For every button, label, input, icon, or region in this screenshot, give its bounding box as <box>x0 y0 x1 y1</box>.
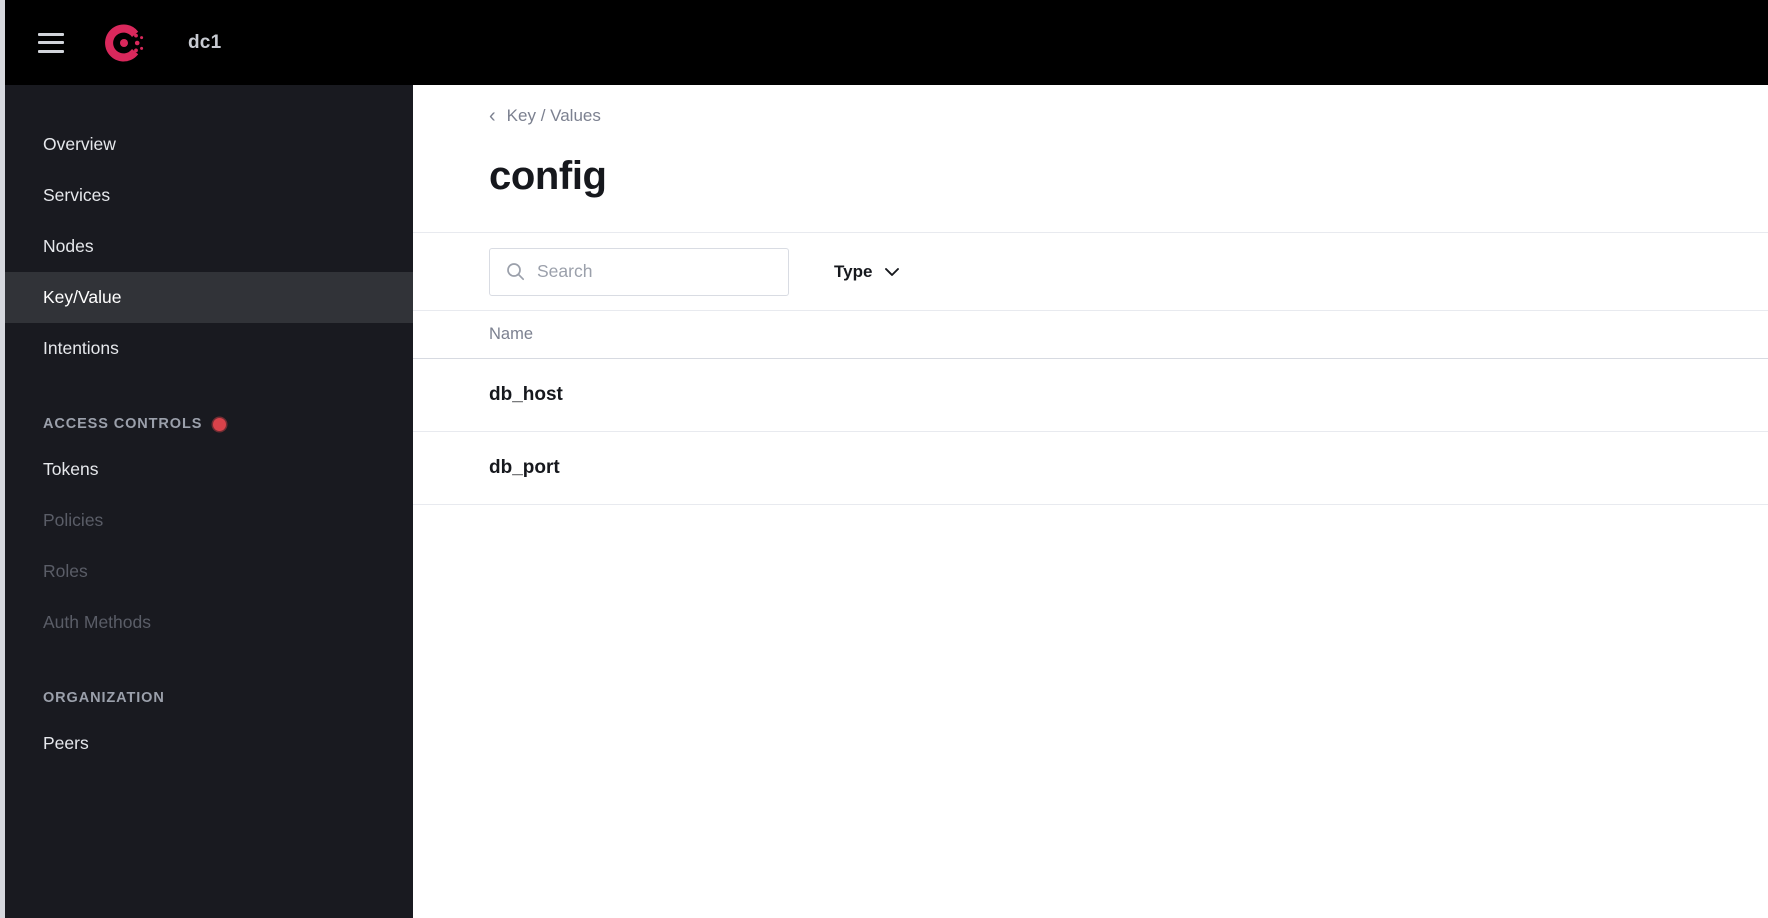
chevron-down-icon <box>885 267 900 276</box>
sidebar-item-label: Policies <box>43 510 104 530</box>
sidebar-item-key-value[interactable]: Key/Value <box>5 272 413 323</box>
sidebar-section-access-controls: ACCESS CONTROLS <box>5 404 413 444</box>
hamburger-line <box>38 32 64 36</box>
page-title: config <box>489 154 607 198</box>
sidebar-navigation: Overview Services Nodes Key/Value Intent… <box>5 85 413 918</box>
sidebar-item-label: Peers <box>43 733 89 753</box>
sidebar-item-policies: Policies <box>5 495 413 546</box>
kv-table: Name db_host db_port <box>413 310 1768 505</box>
hamburger-line <box>38 49 64 53</box>
sidebar-item-intentions[interactable]: Intentions <box>5 323 413 374</box>
column-header-name: Name <box>489 325 534 343</box>
sidebar-item-label: Overview <box>43 134 116 154</box>
hamburger-menu-icon[interactable] <box>38 32 64 53</box>
sidebar-item-auth-methods: Auth Methods <box>5 597 413 648</box>
table-row[interactable]: db_port <box>413 432 1768 505</box>
breadcrumb[interactable]: ‹ Key / Values <box>489 106 601 126</box>
top-navigation-bar: dc1 <box>5 0 1768 85</box>
search-icon <box>507 263 525 281</box>
sidebar-item-nodes[interactable]: Nodes <box>5 221 413 272</box>
hamburger-line <box>38 41 64 44</box>
search-input[interactable]: Search <box>489 247 789 296</box>
type-filter-label: Type <box>834 261 873 281</box>
sidebar-item-peers[interactable]: Peers <box>5 718 413 769</box>
table-header-row: Name <box>413 310 1768 359</box>
table-row[interactable]: db_host <box>413 359 1768 432</box>
consul-ui-window: dc1 Overview Services Nodes Key/Value In… <box>0 0 1768 918</box>
sidebar-item-services[interactable]: Services <box>5 170 413 221</box>
kv-key-name: db_port <box>489 457 560 478</box>
back-chevron-icon: ‹ <box>489 105 496 127</box>
sidebar-section-label: ORGANIZATION <box>43 690 165 706</box>
main-content: ‹ Key / Values config Search Type Name d… <box>413 85 1768 918</box>
sidebar-item-label: Services <box>43 185 111 205</box>
sidebar-item-label: Roles <box>43 561 88 581</box>
sidebar-item-tokens[interactable]: Tokens <box>5 444 413 495</box>
breadcrumb-label: Key / Values <box>506 106 601 125</box>
sidebar-section-organization: ORGANIZATION <box>5 678 413 718</box>
sidebar-item-overview[interactable]: Overview <box>5 119 413 170</box>
sidebar-item-label: Key/Value <box>43 287 122 307</box>
sidebar-item-label: Tokens <box>43 459 99 479</box>
consul-logo-icon[interactable] <box>101 20 147 66</box>
datacenter-name[interactable]: dc1 <box>188 32 221 54</box>
list-toolbar: Search Type <box>413 232 1768 310</box>
status-dot-icon <box>213 417 227 431</box>
type-filter-dropdown[interactable]: Type <box>834 262 900 282</box>
sidebar-item-roles: Roles <box>5 546 413 597</box>
sidebar-section-label: ACCESS CONTROLS <box>43 416 203 432</box>
sidebar-item-label: Auth Methods <box>43 612 151 632</box>
kv-key-name: db_host <box>489 384 563 405</box>
search-placeholder: Search <box>537 261 593 281</box>
sidebar-item-label: Nodes <box>43 236 94 256</box>
sidebar-item-label: Intentions <box>43 338 119 358</box>
